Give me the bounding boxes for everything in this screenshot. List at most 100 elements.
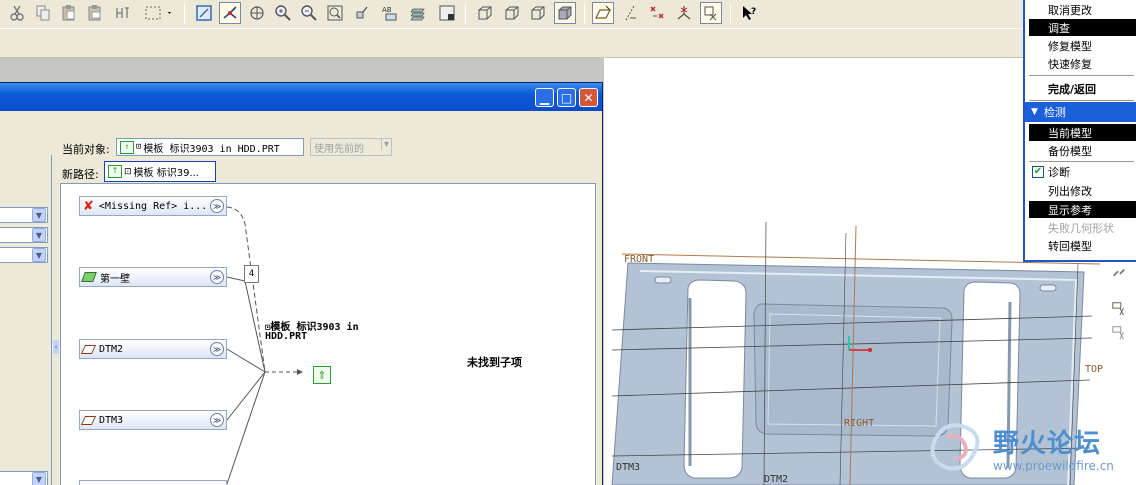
datum-csys-tool-icon[interactable] — [1108, 322, 1130, 344]
new-path-button[interactable]: ↑ ⊡ 模板 标识39... — [104, 161, 216, 182]
node-label: DTM3 — [99, 414, 124, 426]
node-label: <Missing Ref> i... — [98, 200, 208, 212]
watermark: 野火论坛 www.proewildfire.cn — [925, 415, 1136, 485]
dialog-body: 当前对象: ↑ ⊡ 模板 标识3903 in HDD.PRT 使用先前的 ▾ ▼… — [0, 111, 602, 485]
menu-item-list-changes[interactable]: 列出修改 — [1029, 182, 1136, 199]
menu-item-backup-model[interactable]: 备份模型 — [1029, 142, 1136, 159]
use-previous-button[interactable]: 使用先前的 ▾ — [310, 138, 392, 156]
expand-icon[interactable]: ≫ — [210, 199, 224, 213]
spin-center-icon[interactable] — [219, 2, 241, 24]
target-name-line2: HDD.PRT — [265, 331, 308, 342]
datum-points-icon[interactable] — [646, 2, 668, 24]
layers-toggle-icon[interactable] — [436, 2, 458, 24]
graph-node-missing-ref[interactable]: ✘ <Missing Ref> i... ≫ — [79, 196, 227, 216]
datum-plane-icon — [80, 415, 97, 425]
menu-divider — [1029, 100, 1134, 101]
collapse-left-icon[interactable]: ‹ — [53, 340, 59, 354]
close-button[interactable]: ✕ — [579, 88, 598, 107]
reference-count-badge[interactable]: 4 — [244, 265, 259, 283]
menu-item-current-model[interactable]: 当前模型 — [1029, 124, 1136, 141]
reference-viewer-dialog: ▁ □ ✕ 当前对象: ↑ ⊡ 模板 标识3903 in HDD.PRT 使用先… — [0, 82, 603, 485]
orient-icon[interactable] — [246, 2, 268, 24]
select-box-icon[interactable] — [142, 2, 176, 24]
first-wall-icon — [81, 272, 97, 282]
cut-icon[interactable] — [6, 2, 28, 24]
spin-center-toggle-icon[interactable] — [700, 2, 722, 24]
shading-icon[interactable] — [554, 2, 576, 24]
datum-point-tool-icon[interactable] — [1108, 298, 1130, 320]
dropdown-arrow-icon[interactable]: ▼ — [32, 472, 46, 485]
filter-select-4[interactable]: ▼ — [0, 471, 48, 485]
svg-text:AB: AB — [382, 6, 392, 14]
graph-node-dtm3[interactable]: DTM3 ≫ — [79, 410, 227, 430]
zoom-out-icon[interactable] — [298, 2, 320, 24]
secondary-toolbar — [0, 28, 1030, 58]
graph-node-first-wall[interactable]: 第一壁 ≫ — [79, 267, 227, 287]
graph-connectors — [226, 206, 303, 485]
coordinate-systems-icon[interactable] — [673, 2, 695, 24]
menu-section-label: 检测 — [1043, 106, 1066, 119]
paste-special-icon[interactable] — [84, 2, 106, 24]
minimize-button[interactable]: ▁ — [535, 88, 554, 107]
dropdown-arrow-icon[interactable]: ▼ — [32, 228, 46, 242]
menu-item-show-references[interactable]: 显示参考 — [1029, 201, 1136, 218]
menu-divider — [1029, 161, 1134, 162]
panel-splitter[interactable]: ‹ — [53, 155, 60, 485]
graph-node-partial[interactable] — [79, 480, 227, 485]
current-object-label: 当前对象: — [62, 143, 110, 156]
part-icon: ↑ — [120, 140, 134, 154]
expand-icon[interactable]: ≫ — [210, 270, 224, 284]
triangle-down-icon: ▼ — [1031, 107, 1038, 117]
menu-item-fix-model[interactable]: 修复模型 — [1029, 37, 1136, 54]
dialog-title-bar[interactable]: ▁ □ ✕ — [0, 83, 602, 111]
layers-icon[interactable]: AB — [379, 2, 401, 24]
copy-icon[interactable] — [32, 2, 54, 24]
model-tree-icon[interactable] — [408, 2, 430, 24]
menu-item-investigate[interactable]: 调查 — [1029, 19, 1136, 36]
expand-icon[interactable]: ≫ — [210, 342, 224, 356]
menu-section-check[interactable]: ▼ 检测 — [1025, 102, 1136, 122]
chain-link-icon[interactable] — [1108, 262, 1130, 284]
repaint-icon[interactable] — [193, 2, 215, 24]
datum-label-top: TOP — [1085, 364, 1104, 375]
current-object-value: 模板 标识3903 in HDD.PRT — [143, 143, 280, 155]
datum-label-dtm2: DTM2 — [764, 474, 789, 485]
menu-item-diagnose[interactable]: ✔ 诊断 — [1029, 163, 1136, 180]
no-hidden-icon[interactable] — [527, 2, 549, 24]
current-object-field[interactable]: ↑ ⊡ 模板 标识3903 in HDD.PRT — [116, 138, 304, 156]
zoom-in-icon[interactable] — [272, 2, 294, 24]
graph-node-dtm2[interactable]: DTM2 ≫ — [79, 339, 227, 359]
datum-label-dtm3: DTM3 — [616, 462, 641, 473]
hidden-line-icon[interactable] — [501, 2, 523, 24]
no-children-message: 未找到子项 — [467, 356, 522, 369]
wireframe-icon[interactable] — [474, 2, 496, 24]
datum-label-front: FRONT — [624, 254, 655, 265]
part-icon[interactable]: ⇑ — [313, 366, 331, 384]
refit-icon[interactable] — [324, 2, 346, 24]
datum-label-right: RIGHT — [844, 418, 875, 429]
datum-planes-icon[interactable] — [592, 2, 614, 24]
node-label: DTM2 — [99, 343, 124, 355]
datum-axes-icon[interactable] — [620, 2, 642, 24]
named-view-icon[interactable] — [351, 2, 373, 24]
menu-item-quick-fix[interactable]: 快速修复 — [1029, 55, 1136, 72]
expand-icon[interactable]: ≫ — [210, 413, 224, 427]
dropdown-arrow-icon[interactable]: ▼ — [32, 248, 46, 262]
filter-select-2[interactable]: ▼ — [0, 227, 48, 243]
part-icon: ↑ — [108, 165, 122, 178]
reference-graph[interactable]: ✘ <Missing Ref> i... ≫ 第一壁 ≫ DTM2 ≫ DTM3… — [60, 183, 596, 485]
menu-item-cancel-changes[interactable]: 取消更改 — [1029, 1, 1136, 18]
menu-item-switch-to-model[interactable]: 转回模型 — [1029, 237, 1136, 254]
paste-icon[interactable] — [58, 2, 80, 24]
dropdown-arrow-icon[interactable]: ▼ — [32, 208, 46, 222]
watermark-logo — [930, 423, 980, 471]
regenerate-icon[interactable] — [112, 2, 134, 24]
filter-select-3[interactable]: ▼ — [0, 247, 48, 263]
maximize-button[interactable]: □ — [557, 88, 576, 107]
menu-item-failed-geometry: 失败几何形状 — [1048, 221, 1114, 235]
datum-plane-icon — [80, 344, 97, 354]
menu-item-done-return[interactable]: 完成/返回 — [1029, 80, 1136, 97]
filter-select-1[interactable]: ▼ — [0, 207, 48, 223]
context-help-icon[interactable]: ? — [738, 2, 760, 24]
checkbox-checked-icon[interactable]: ✔ — [1032, 165, 1044, 178]
